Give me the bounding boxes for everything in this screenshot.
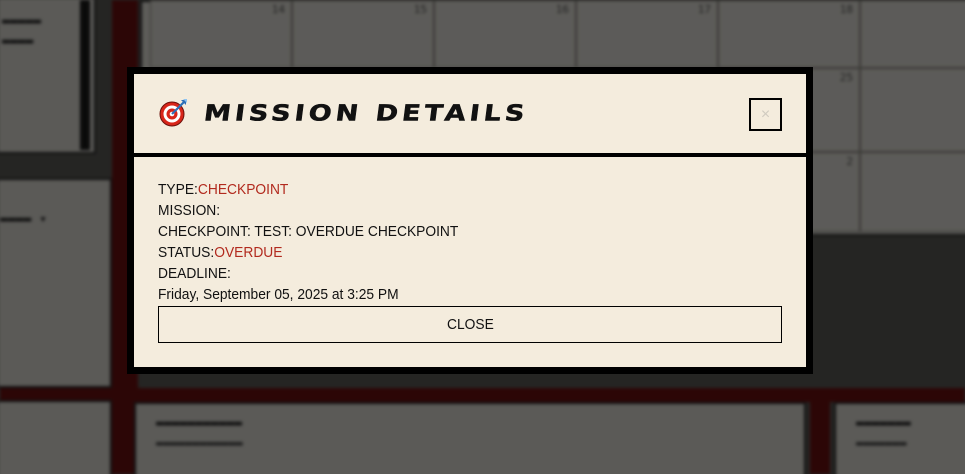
target-icon (158, 98, 188, 128)
type-value: CHECKPOINT (197, 181, 289, 198)
mission-row: MISSION: (158, 200, 732, 221)
mission-details-modal: MISSION DETAILS × TYPE:CHECKPOINT MISSIO… (128, 68, 812, 373)
status-label: STATUS: (158, 244, 215, 261)
checkpoint-text: CHECKPOINT: TEST: OVERDUE CHECKPOINT (158, 223, 459, 240)
modal-body: TYPE:CHECKPOINT MISSION: CHECKPOINT: TES… (134, 157, 806, 343)
close-icon[interactable]: × (749, 98, 782, 131)
close-button[interactable]: CLOSE (158, 306, 782, 343)
type-label: TYPE: (158, 181, 198, 198)
type-row: TYPE:CHECKPOINT (158, 179, 732, 200)
status-value: OVERDUE (214, 244, 283, 261)
checkpoint-row: CHECKPOINT: TEST: OVERDUE CHECKPOINT (158, 221, 732, 242)
deadline-value: Friday, September 05, 2025 at 3:25 PM (158, 286, 399, 303)
status-row: STATUS:OVERDUE (158, 242, 732, 263)
deadline-label: DEADLINE: (158, 265, 231, 282)
deadline-value-row: Friday, September 05, 2025 at 3:25 PM (158, 284, 732, 305)
modal-header: MISSION DETAILS × (134, 74, 806, 157)
mission-label: MISSION: (158, 202, 221, 219)
close-button-label: CLOSE (446, 316, 494, 333)
modal-title: MISSION DETAILS (202, 100, 530, 127)
deadline-row: DEADLINE: (158, 263, 732, 284)
